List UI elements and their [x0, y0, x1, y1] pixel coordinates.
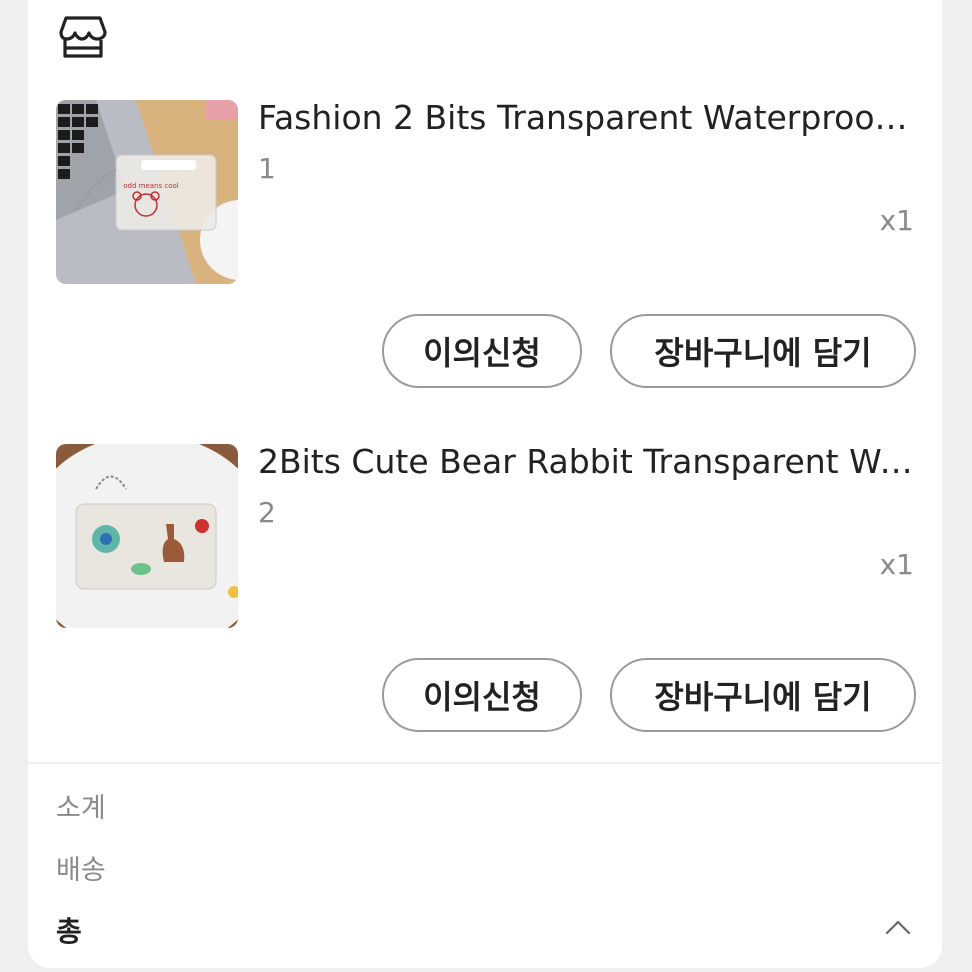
order-item: 2Bits Cute Bear Rabbit Transparent Wat..…: [28, 442, 942, 744]
product-quantity: x1: [879, 548, 914, 581]
order-item: odd means cool Fashion 2 Bits Transparen…: [28, 98, 942, 400]
product-option: 2: [258, 496, 276, 529]
add-to-cart-button[interactable]: 장바구니에 담기: [610, 314, 916, 388]
subtotal-label: 소계: [56, 793, 106, 824]
total-label: 총: [56, 915, 82, 948]
product-option: 1: [258, 152, 276, 185]
thumb-print-text: odd means cool: [123, 182, 179, 190]
section-divider: [28, 762, 942, 764]
product-title[interactable]: Fashion 2 Bits Transparent Waterproof ..…: [258, 98, 918, 138]
shipping-label: 배송: [56, 855, 106, 886]
dispute-button[interactable]: 이의신청: [382, 658, 582, 732]
store-icon[interactable]: [58, 12, 108, 62]
product-quantity: x1: [879, 204, 914, 237]
dispute-button[interactable]: 이의신청: [382, 314, 582, 388]
order-card: odd means cool Fashion 2 Bits Transparen…: [28, 0, 942, 968]
product-title[interactable]: 2Bits Cute Bear Rabbit Transparent Wat..…: [258, 442, 918, 482]
chevron-up-icon[interactable]: [884, 918, 912, 936]
add-to-cart-button[interactable]: 장바구니에 담기: [610, 658, 916, 732]
product-thumbnail[interactable]: odd means cool: [56, 100, 238, 284]
product-thumbnail[interactable]: [56, 444, 238, 628]
